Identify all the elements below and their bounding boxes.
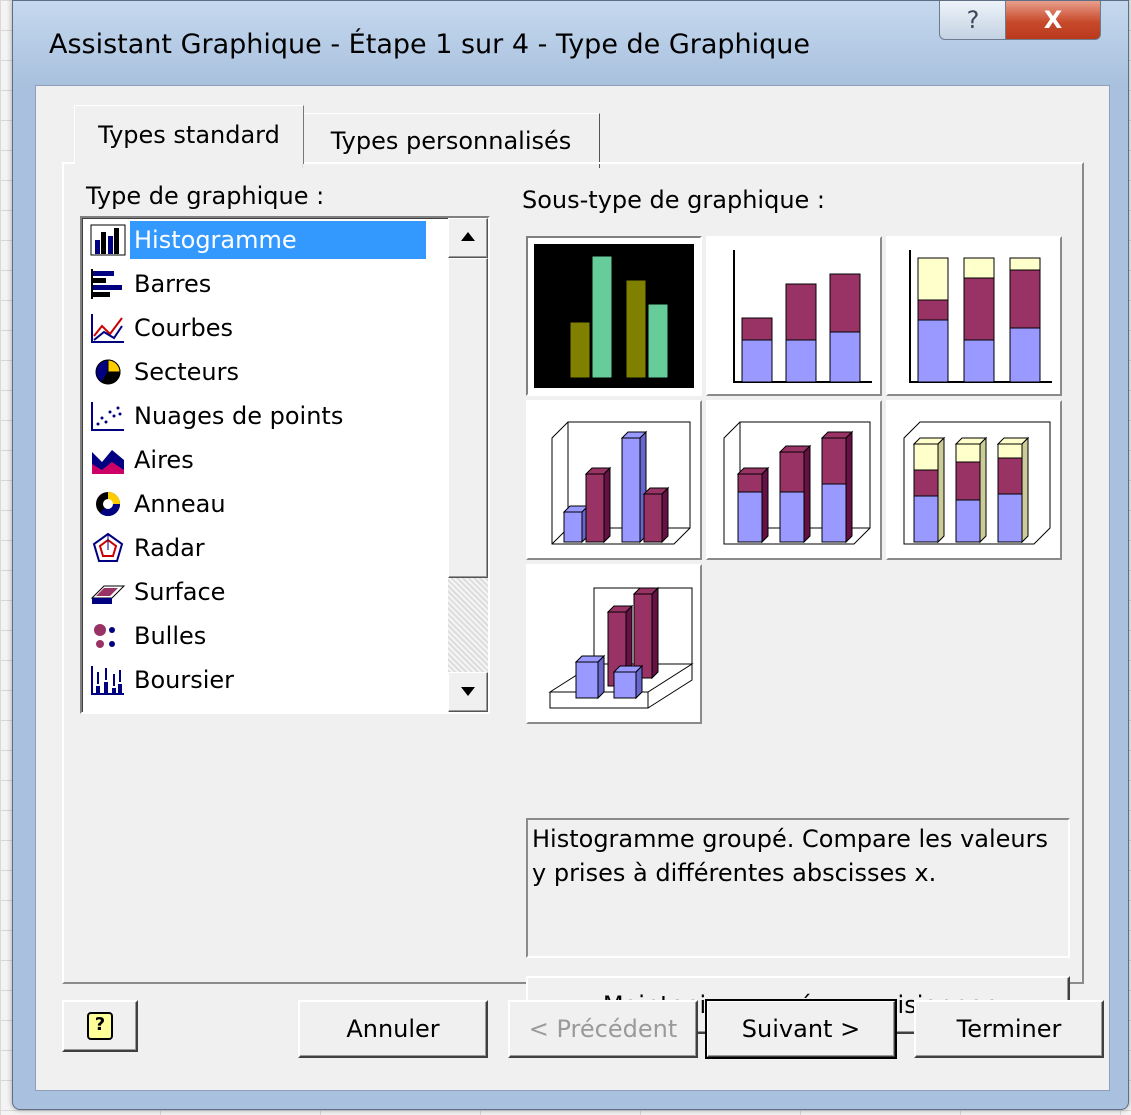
tab-types-standard[interactable]: Types standard bbox=[74, 105, 304, 164]
list-item-label: Secteurs bbox=[134, 358, 239, 386]
list-item-label: Barres bbox=[134, 270, 212, 298]
previous-button-label: < Précédent bbox=[528, 1015, 678, 1043]
cancel-button-label: Annuler bbox=[346, 1015, 440, 1043]
finish-button-label: Terminer bbox=[956, 1015, 1062, 1043]
previous-button[interactable]: < Précédent bbox=[508, 1000, 698, 1058]
scroll-track[interactable] bbox=[448, 578, 488, 672]
list-item-bulles[interactable]: Bulles bbox=[86, 616, 442, 656]
list-item-courbes[interactable]: Courbes bbox=[86, 308, 442, 348]
next-button-label: Suivant > bbox=[741, 1015, 861, 1043]
scroll-up-button[interactable] bbox=[448, 218, 488, 258]
list-item-label: Aires bbox=[134, 446, 194, 474]
stock-chart-icon bbox=[86, 662, 130, 698]
column-chart-icon bbox=[86, 222, 130, 258]
list-item-aires[interactable]: Aires bbox=[86, 440, 442, 480]
question-icon: ? bbox=[966, 6, 980, 34]
list-item-anneau[interactable]: Anneau bbox=[86, 484, 442, 524]
list-item-label: Surface bbox=[134, 578, 226, 606]
stacked-column-preview bbox=[733, 250, 872, 383]
dialog-body: Types standard Types personnalisés Type … bbox=[35, 85, 1110, 1091]
scatter-chart-icon bbox=[86, 398, 130, 434]
list-item-boursier[interactable]: Boursier bbox=[86, 660, 442, 700]
list-item-label: Courbes bbox=[134, 314, 234, 342]
tab-panel: Type de graphique : Sous-type de graphiq… bbox=[62, 162, 1084, 1034]
3d-stacked-column-preview bbox=[723, 421, 871, 545]
surface-chart-icon bbox=[86, 574, 130, 610]
line-chart-icon bbox=[86, 310, 130, 346]
list-item-histogramme[interactable]: Histogramme bbox=[86, 220, 442, 260]
subtype-100-stacked-column[interactable] bbox=[886, 236, 1062, 396]
subtype-description: Histogramme groupé. Compare les valeurs … bbox=[526, 818, 1070, 958]
close-button[interactable]: X bbox=[1005, 1, 1101, 40]
dialog-title: Assistant Graphique - Étape 1 sur 4 - Ty… bbox=[49, 29, 811, 60]
subtype-label: Sous-type de graphique : bbox=[522, 186, 826, 214]
list-item-nuages[interactable]: Nuages de points bbox=[86, 396, 442, 436]
chart-wizard-dialog: Assistant Graphique - Étape 1 sur 4 - Ty… bbox=[12, 0, 1129, 1110]
close-icon: X bbox=[1043, 6, 1063, 34]
list-item-label: Anneau bbox=[134, 490, 226, 518]
3d-clustered-column-preview bbox=[551, 421, 691, 545]
radar-chart-icon bbox=[86, 530, 130, 566]
list-item-radar[interactable]: Radar bbox=[86, 528, 442, 568]
clustered-column-preview bbox=[534, 244, 694, 388]
100-stacked-column-preview bbox=[909, 250, 1052, 383]
list-item-label: Boursier bbox=[134, 666, 235, 694]
subtype-3d-column[interactable] bbox=[526, 564, 702, 724]
chart-type-list[interactable]: Histogramme Barres Courbes Secteurs Nuag… bbox=[80, 216, 490, 714]
next-button[interactable]: Suivant > bbox=[705, 999, 897, 1059]
scroll-down-button[interactable] bbox=[448, 672, 488, 712]
help-button[interactable]: ? bbox=[62, 1000, 138, 1052]
subtype-stacked-column[interactable] bbox=[706, 236, 882, 396]
3d-column-preview bbox=[548, 586, 694, 709]
pie-chart-icon bbox=[86, 354, 130, 390]
chart-type-label: Type de graphique : bbox=[86, 182, 325, 210]
subtype-3d-clustered-column[interactable] bbox=[526, 400, 702, 560]
subtype-3d-100-stacked-column[interactable] bbox=[886, 400, 1062, 560]
scroll-thumb[interactable] bbox=[448, 258, 488, 578]
area-chart-icon bbox=[86, 442, 130, 478]
title-help-button[interactable]: ? bbox=[939, 1, 1007, 40]
title-bar[interactable]: Assistant Graphique - Étape 1 sur 4 - Ty… bbox=[13, 1, 1128, 85]
subtype-3d-stacked-column[interactable] bbox=[706, 400, 882, 560]
3d-100-stacked-column-preview bbox=[903, 421, 1051, 545]
list-item-surface[interactable]: Surface bbox=[86, 572, 442, 612]
cancel-button[interactable]: Annuler bbox=[298, 1000, 488, 1058]
list-item-label: Radar bbox=[134, 534, 205, 562]
list-scrollbar[interactable] bbox=[448, 218, 488, 712]
help-icon: ? bbox=[87, 1012, 113, 1040]
tab-types-personnalises[interactable]: Types personnalisés bbox=[302, 113, 600, 168]
list-item-secteurs[interactable]: Secteurs bbox=[86, 352, 442, 392]
finish-button[interactable]: Terminer bbox=[914, 1000, 1104, 1058]
list-item-label: Bulles bbox=[134, 622, 207, 650]
list-item-label: Nuages de points bbox=[134, 402, 344, 430]
bar-chart-icon bbox=[86, 266, 130, 302]
subtype-clustered-column[interactable] bbox=[526, 236, 702, 396]
bubble-chart-icon bbox=[86, 618, 130, 654]
doughnut-chart-icon bbox=[86, 486, 130, 522]
list-item-label: Histogramme bbox=[130, 221, 426, 259]
list-item-barres[interactable]: Barres bbox=[86, 264, 442, 304]
